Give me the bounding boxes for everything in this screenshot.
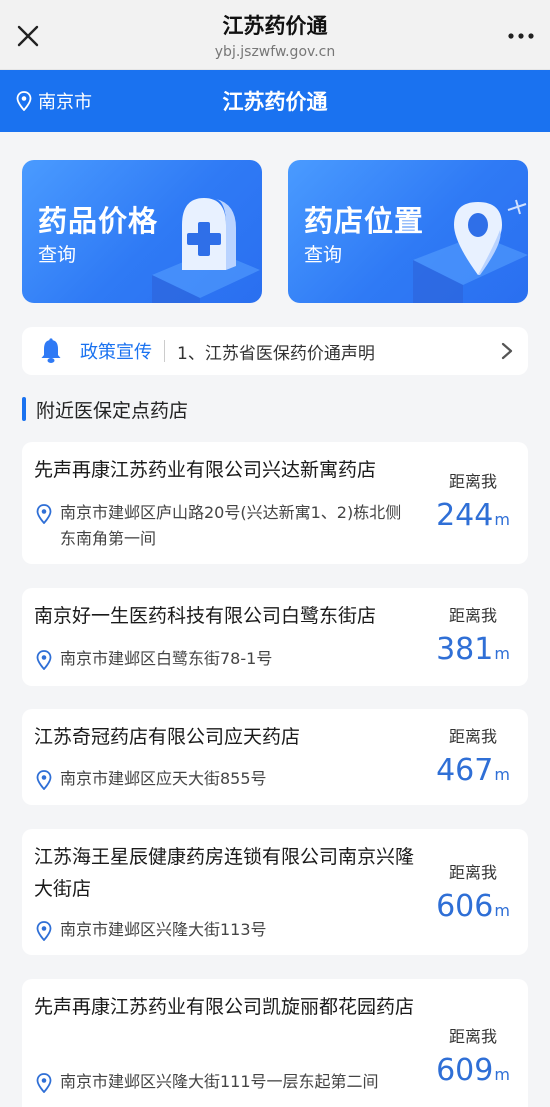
location-pin-icon (36, 504, 52, 524)
distance-unit: m (494, 644, 510, 663)
section-title: 附近医保定点药店 (36, 399, 189, 422)
distance-number: 609 (436, 1053, 494, 1088)
location-pin-icon (36, 921, 52, 941)
feature-subtitle: 查询 (38, 244, 77, 266)
section-accent-bar (22, 397, 26, 421)
distance-number: 606 (436, 889, 494, 924)
pharmacy-card[interactable]: 江苏海王星辰健康药房连锁有限公司南京兴隆大街店 南京市建邺区兴隆大街113号 距… (22, 829, 528, 955)
chevron-right-icon (501, 342, 513, 360)
address-text: 南京市建邺区庐山路20号(兴达新寓1、2)栋北侧东南角第一间 (60, 503, 402, 548)
app-header: 南京市 江苏药价通 (0, 70, 550, 132)
distance-block: 距离我 467m (418, 723, 528, 788)
distance-number: 381 (436, 632, 494, 667)
distance-value: 609m (418, 1053, 528, 1088)
address-text: 南京市建邺区白鹭东街78-1号 (60, 649, 273, 668)
drug-price-query-card[interactable]: 药品价格 查询 (22, 160, 262, 303)
distance-label: 距离我 (448, 727, 497, 746)
distance-unit: m (494, 765, 510, 784)
pharmacy-card[interactable]: 先声再康江苏药业有限公司凯旋丽都花园药店 南京市建邺区兴隆大街111号一层东起第… (22, 979, 528, 1107)
distance-value: 381m (418, 632, 528, 667)
notice-text: 1、江苏省医保药价通声明 (177, 343, 375, 364)
app-title: 江苏药价通 (222, 90, 328, 114)
pharmacy-address: 南京市建邺区兴隆大街113号 (36, 917, 416, 943)
distance-block: 距离我 381m (418, 602, 528, 667)
browser-title: 江苏药价通 (222, 14, 328, 38)
notice-tag: 政策宣传 (80, 342, 152, 363)
distance-block: 距离我 609m (418, 1023, 528, 1088)
feature-cards: 药品价格 查询 药店位置 查询 (22, 160, 528, 303)
distance-value: 606m (418, 889, 528, 924)
feature-title: 药品价格 (38, 204, 159, 238)
address-text: 南京市建邺区兴隆大街111号一层东起第二间 (60, 1072, 379, 1091)
nearby-pharmacies-heading: 附近医保定点药店 (22, 396, 188, 422)
distance-number: 244 (436, 498, 494, 533)
pharmacy-name: 先声再康江苏药业有限公司凯旋丽都花园药店 (34, 996, 415, 1018)
pharmacy-address: 南京市建邺区庐山路20号(兴达新寓1、2)栋北侧东南角第一间 (36, 500, 416, 552)
distance-unit: m (494, 510, 510, 529)
pharmacy-name: 先声再康江苏药业有限公司兴达新寓药店 (34, 459, 377, 481)
address-text: 南京市建邺区兴隆大街113号 (60, 920, 267, 939)
browser-top-bar: 江苏药价通 ybj.jszwfw.gov.cn (0, 0, 550, 70)
pharmacy-name: 南京好一生医药科技有限公司白鹭东街店 (34, 605, 377, 627)
distance-unit: m (494, 901, 510, 920)
location-pin-icon (36, 1073, 52, 1093)
location-pin-icon (36, 650, 52, 670)
pharmacy-location-query-card[interactable]: 药店位置 查询 (288, 160, 528, 303)
feature-title: 药店位置 (304, 204, 425, 238)
distance-value: 467m (418, 753, 528, 788)
pharmacy-card[interactable]: 江苏奇冠药店有限公司应天药店 南京市建邺区应天大街855号 距离我 467m (22, 709, 528, 805)
pharmacy-card[interactable]: 先声再康江苏药业有限公司兴达新寓药店 南京市建邺区庐山路20号(兴达新寓1、2)… (22, 442, 528, 564)
distance-label: 距离我 (448, 472, 497, 491)
pharmacy-name: 江苏海王星辰健康药房连锁有限公司南京兴隆大街店 (34, 846, 415, 900)
distance-number: 467 (436, 753, 494, 788)
medicine-box-icon (152, 198, 260, 303)
distance-block: 距离我 606m (418, 859, 528, 924)
distance-label: 距离我 (448, 606, 497, 625)
pharmacy-name: 江苏奇冠药店有限公司应天药店 (34, 726, 301, 748)
distance-block: 距离我 244m (418, 468, 528, 533)
pharmacy-address: 南京市建邺区兴隆大街111号一层东起第二间 (36, 1069, 416, 1095)
map-pin-icon (413, 199, 528, 303)
location-pin-icon (36, 770, 52, 790)
feature-subtitle: 查询 (304, 244, 343, 266)
bell-icon (41, 338, 61, 363)
distance-label: 距离我 (448, 863, 497, 882)
pharmacy-card[interactable]: 南京好一生医药科技有限公司白鹭东街店 南京市建邺区白鹭东街78-1号 距离我 3… (22, 588, 528, 686)
pharmacy-address: 南京市建邺区白鹭东街78-1号 (36, 646, 416, 672)
more-options-icon[interactable] (506, 24, 536, 48)
pharmacy-address: 南京市建邺区应天大街855号 (36, 766, 416, 792)
address-text: 南京市建邺区应天大街855号 (60, 769, 267, 788)
distance-unit: m (494, 1065, 510, 1084)
distance-label: 距离我 (448, 1027, 497, 1046)
policy-notice-bar[interactable]: 政策宣传 1、江苏省医保药价通声明 (22, 327, 528, 375)
divider (164, 340, 165, 362)
browser-url: ybj.jszwfw.gov.cn (214, 44, 336, 60)
distance-value: 244m (418, 498, 528, 533)
